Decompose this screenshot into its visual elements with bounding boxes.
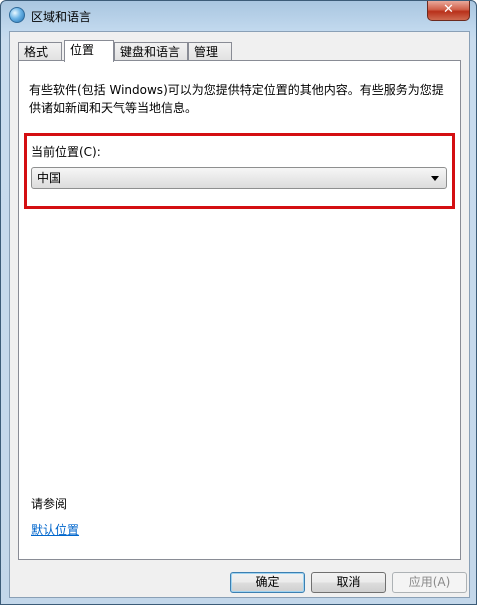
apply-button[interactable]: 应用(A) bbox=[392, 572, 467, 593]
see-also-label: 请参阅 bbox=[31, 497, 68, 511]
tab-formats[interactable]: 格式 bbox=[18, 42, 62, 61]
window-title: 区域和语言 bbox=[31, 10, 92, 24]
tab-location[interactable]: 位置 bbox=[64, 40, 114, 62]
location-description: 有些软件(包括 Windows)可以为您提供特定位置的其他内容。有些服务为您提供… bbox=[29, 83, 444, 115]
title-bar[interactable]: 区域和语言 ✕ bbox=[1, 1, 478, 31]
globe-icon bbox=[9, 7, 25, 23]
close-icon: ✕ bbox=[443, 2, 454, 17]
dialog-client-area: 格式 位置 键盘和语言 管理 有些软件(包括 Windows)可以为您提供特定位… bbox=[9, 31, 470, 598]
tab-keyboards-languages[interactable]: 键盘和语言 bbox=[114, 42, 188, 61]
ok-button[interactable]: 确定 bbox=[230, 572, 305, 593]
dialog-window: 区域和语言 ✕ 格式 位置 键盘和语言 管理 有些软件(包括 Windows)可… bbox=[0, 0, 477, 605]
chevron-down-icon bbox=[431, 176, 439, 181]
close-button[interactable]: ✕ bbox=[427, 1, 470, 21]
current-location-select[interactable]: 中国 bbox=[31, 167, 447, 189]
current-location-value: 中国 bbox=[37, 171, 62, 185]
tab-administrative[interactable]: 管理 bbox=[188, 42, 232, 61]
location-tab-panel: 有些软件(包括 Windows)可以为您提供特定位置的其他内容。有些服务为您提供… bbox=[18, 60, 461, 560]
default-location-link[interactable]: 默认位置 bbox=[31, 521, 79, 538]
current-location-label: 当前位置(C): bbox=[31, 145, 101, 159]
cancel-button[interactable]: 取消 bbox=[311, 572, 386, 593]
